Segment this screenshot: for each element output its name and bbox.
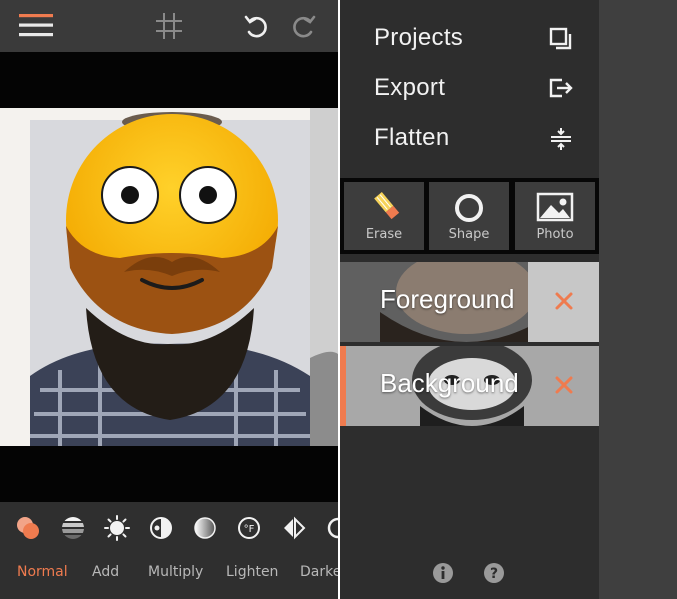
blend-mode-add[interactable]: Add: [92, 564, 119, 580]
menu-item-export[interactable]: Export: [374, 68, 574, 108]
undo-icon[interactable]: [242, 12, 270, 40]
tool-label: Shape: [448, 227, 490, 242]
top-toolbar: [0, 0, 338, 52]
tool-photo[interactable]: Photo: [515, 182, 595, 250]
menu-item-flatten[interactable]: Flatten: [374, 118, 574, 158]
blend-icon[interactable]: [14, 514, 42, 542]
tool-strip: Erase Shape Photo: [340, 178, 599, 254]
tool-erase[interactable]: Erase: [344, 182, 424, 250]
layer-background[interactable]: Background: [340, 346, 599, 426]
svg-text:?: ?: [490, 566, 498, 582]
bottom-toolbar: °F: [0, 502, 338, 599]
layer-label: Foreground: [380, 284, 515, 314]
hamburger-icon[interactable]: [18, 10, 54, 40]
menu-item-label: Export: [374, 74, 446, 101]
shape-icon: [453, 192, 485, 228]
menu-item-projects[interactable]: Projects: [374, 18, 574, 58]
circle-icon[interactable]: [324, 514, 338, 542]
delete-layer-icon[interactable]: [549, 286, 579, 316]
edited-photo: [30, 108, 338, 446]
editor-screen: °F Normal Add Multiply Lighten Darke: [0, 0, 338, 599]
grid-icon[interactable]: [154, 11, 184, 41]
blend-mode-normal[interactable]: Normal: [17, 564, 68, 580]
photo-canvas[interactable]: [0, 108, 338, 446]
blend-mode-multiply[interactable]: Multiply: [148, 564, 203, 580]
gradient-icon[interactable]: [191, 514, 219, 542]
contrast-icon[interactable]: [147, 514, 175, 542]
stripes-icon[interactable]: [59, 514, 87, 542]
projects-icon: [548, 26, 574, 52]
export-icon: [548, 76, 574, 102]
blend-mode-lighten[interactable]: Lighten: [226, 564, 278, 580]
temperature-icon[interactable]: °F: [235, 514, 263, 542]
redo-icon[interactable]: [290, 12, 318, 40]
edge-panel: [599, 0, 677, 599]
svg-text:°F: °F: [244, 524, 255, 535]
tool-label: Photo: [536, 227, 574, 242]
layer-label: Background: [380, 368, 519, 398]
layer-foreground[interactable]: Foreground: [340, 262, 599, 342]
flatten-icon: [548, 126, 574, 152]
selected-layer-indicator: [340, 346, 346, 426]
blend-mode-darken[interactable]: Darke: [300, 564, 338, 580]
erase-icon: [371, 190, 403, 226]
menu-item-label: Flatten: [374, 124, 450, 151]
tool-shape[interactable]: Shape: [429, 182, 509, 250]
brightness-icon[interactable]: [103, 514, 131, 542]
help-icon[interactable]: ?: [483, 562, 505, 588]
photo-icon: [536, 192, 574, 226]
tool-label: Erase: [365, 227, 403, 242]
menu-item-label: Projects: [374, 24, 464, 51]
info-icon[interactable]: [432, 562, 454, 588]
delete-layer-icon[interactable]: [549, 370, 579, 400]
flip-icon[interactable]: [280, 514, 308, 542]
